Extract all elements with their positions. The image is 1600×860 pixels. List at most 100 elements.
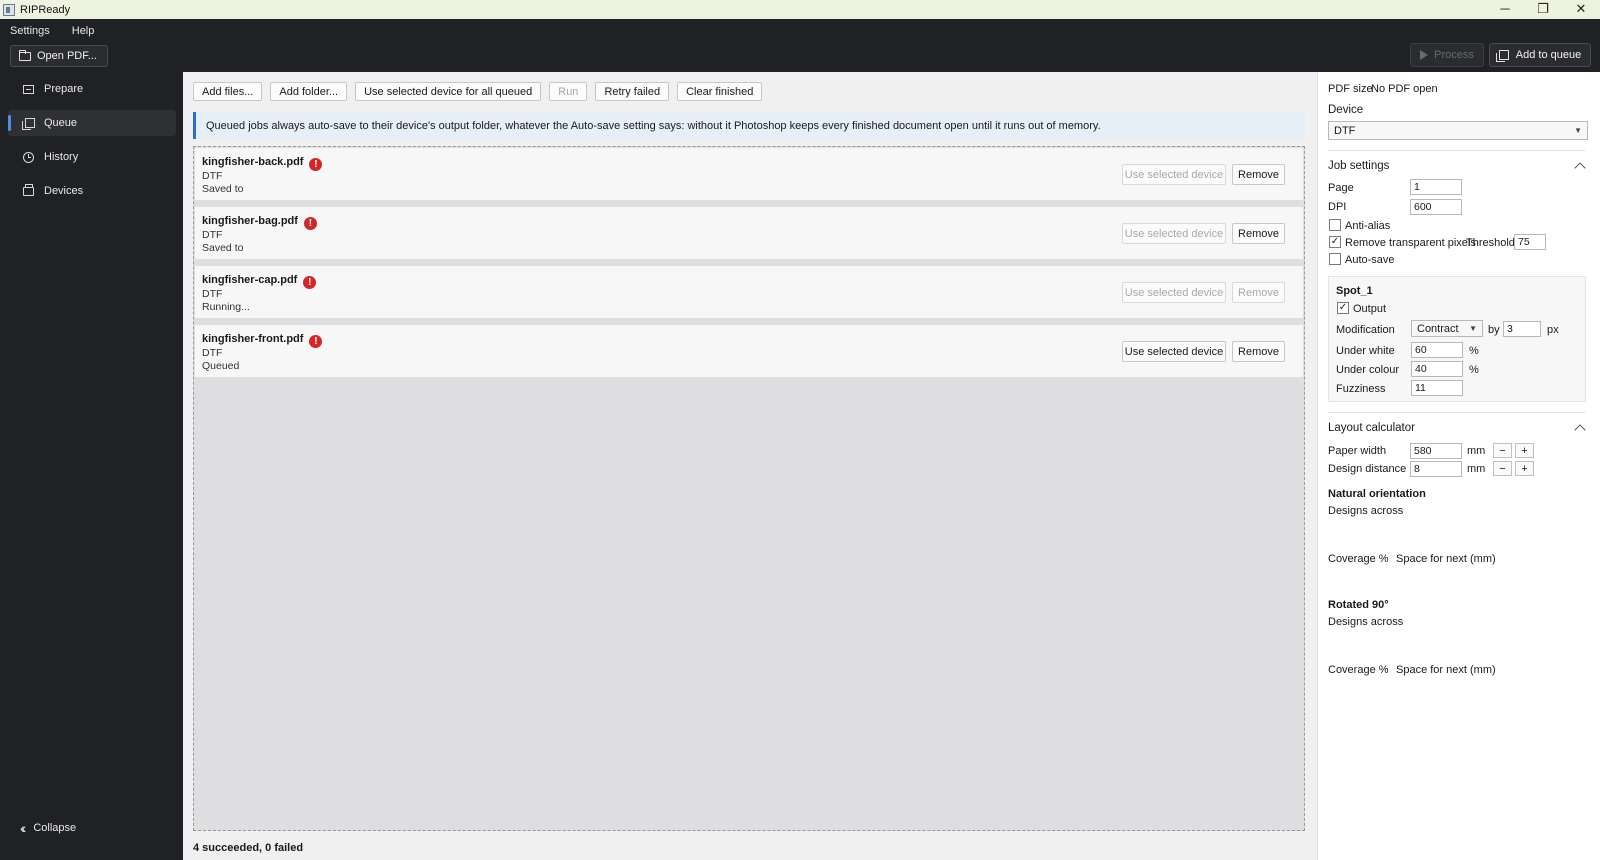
by-label: by: [1488, 324, 1500, 336]
modification-select[interactable]: Contract ▼: [1411, 320, 1483, 337]
natural-orientation-title: Natural orientation: [1328, 488, 1426, 500]
job-device: DTF: [202, 288, 223, 300]
job-name-line: kingfisher-back.pdf!: [202, 156, 323, 171]
under-white-label: Under white: [1336, 345, 1395, 357]
add-files-button[interactable]: Add files...: [193, 82, 263, 101]
job-name-line: kingfisher-front.pdf!: [202, 333, 323, 348]
sidebar-item-queue[interactable]: Queue: [8, 110, 176, 136]
run-button[interactable]: Run: [549, 82, 588, 101]
under-colour-input[interactable]: 40: [1411, 361, 1463, 377]
design-distance-unit: mm: [1467, 463, 1486, 475]
menu-settings[interactable]: Settings: [6, 23, 54, 39]
design-distance-decrement-button[interactable]: −: [1493, 461, 1512, 476]
app-header: Settings Help Open PDF...: [0, 19, 1600, 72]
folder-open-icon: [19, 49, 31, 61]
job-status: Queued: [202, 360, 240, 372]
job-status: Running...: [202, 301, 250, 313]
sidebar-item-prepare[interactable]: Prepare: [8, 76, 176, 102]
error-icon[interactable]: !: [303, 276, 317, 289]
use-selected-device-all-button[interactable]: Use selected device for all queued: [355, 82, 542, 101]
under-white-input[interactable]: 60: [1411, 342, 1463, 358]
list-item[interactable]: kingfisher-front.pdf! DTF Queued Use sel…: [195, 325, 1303, 377]
queue-list[interactable]: kingfisher-back.pdf! DTF Saved to Use se…: [193, 146, 1305, 831]
sidebar-item-label: Queue: [44, 117, 78, 129]
job-device: DTF: [202, 229, 223, 241]
by-input[interactable]: 3: [1503, 321, 1541, 337]
paper-width-input[interactable]: 580: [1410, 443, 1462, 459]
use-selected-device-button[interactable]: Use selected device: [1122, 223, 1226, 244]
clear-finished-button[interactable]: Clear finished: [677, 82, 763, 101]
modification-value: Contract: [1417, 322, 1459, 335]
queue-view: Add files... Add folder... Use selected …: [183, 72, 1317, 860]
collapse-job-settings-icon[interactable]: [1574, 162, 1586, 174]
pdf-size-value: No PDF open: [1371, 83, 1438, 95]
retry-failed-button[interactable]: Retry failed: [595, 82, 670, 101]
remove-button[interactable]: Remove: [1232, 164, 1285, 185]
sidebar-item-label: Devices: [44, 185, 84, 197]
error-icon[interactable]: !: [309, 158, 323, 171]
remove-button[interactable]: Remove: [1232, 341, 1285, 362]
spot-settings-card: Spot_1 ✓ Output Modification Contract ▼ …: [1328, 276, 1586, 402]
minimize-icon[interactable]: ─: [1486, 0, 1524, 17]
list-item[interactable]: kingfisher-back.pdf! DTF Saved to Use se…: [195, 148, 1303, 200]
open-pdf-button[interactable]: Open PDF...: [10, 45, 108, 67]
rotated-coverage: Coverage %: [1328, 664, 1389, 676]
queue-summary: 4 succeeded, 0 failed: [193, 842, 304, 854]
menu-help[interactable]: Help: [68, 23, 99, 39]
use-selected-device-button[interactable]: Use selected device: [1122, 164, 1226, 185]
dpi-input[interactable]: 600: [1410, 199, 1462, 215]
list-item[interactable]: kingfisher-bag.pdf! DTF Saved to Use sel…: [195, 207, 1303, 259]
use-selected-device-button[interactable]: Use selected device: [1122, 282, 1226, 303]
design-distance-input[interactable]: 8: [1410, 461, 1462, 477]
autosave-checkbox[interactable]: [1329, 253, 1341, 265]
page-label: Page: [1328, 182, 1354, 194]
fuzziness-input[interactable]: 11: [1411, 380, 1463, 396]
rotated-designs-across: Designs across: [1328, 616, 1404, 628]
prepare-icon: [22, 84, 34, 94]
sidebar-item-history[interactable]: History: [8, 144, 176, 170]
use-selected-device-button[interactable]: Use selected device: [1122, 341, 1226, 362]
process-label: Process: [1434, 49, 1474, 61]
error-icon[interactable]: !: [303, 217, 317, 230]
antialias-checkbox[interactable]: [1329, 219, 1341, 231]
sidebar-item-devices[interactable]: Devices: [8, 178, 176, 204]
page-input[interactable]: 1: [1410, 179, 1462, 195]
job-status: Saved to: [202, 242, 244, 254]
process-button[interactable]: Process: [1410, 43, 1484, 67]
remove-transparent-checkbox[interactable]: ✓: [1329, 236, 1341, 248]
restore-icon[interactable]: ❐: [1524, 0, 1562, 17]
play-icon: [1420, 50, 1429, 60]
paper-width-increment-button[interactable]: +: [1515, 443, 1534, 458]
error-icon[interactable]: !: [309, 335, 323, 348]
job-device: DTF: [202, 170, 223, 182]
history-icon: [22, 151, 34, 163]
threshold-input[interactable]: 75: [1514, 234, 1546, 250]
add-folder-button[interactable]: Add folder...: [270, 82, 348, 101]
info-banner: Queued jobs always auto-save to their de…: [193, 112, 1305, 139]
remove-button[interactable]: Remove: [1232, 282, 1285, 303]
sidebar: Prepare Queue History Devices ‹‹ Collaps…: [0, 72, 183, 860]
add-to-queue-label: Add to queue: [1515, 49, 1582, 61]
spot-title: Spot_1: [1336, 285, 1373, 297]
collapse-layout-icon[interactable]: [1574, 424, 1586, 436]
remove-button[interactable]: Remove: [1232, 223, 1285, 244]
close-icon[interactable]: ✕: [1562, 0, 1600, 17]
collapse-button[interactable]: ‹‹ Collapse: [20, 820, 76, 836]
design-distance-increment-button[interactable]: +: [1515, 461, 1534, 476]
device-label: Device: [1328, 104, 1364, 116]
fuzziness-label: Fuzziness: [1336, 383, 1386, 395]
list-item[interactable]: kingfisher-cap.pdf! DTF Running... Use s…: [195, 266, 1303, 318]
add-to-queue-button[interactable]: Add to queue: [1489, 43, 1591, 67]
device-select[interactable]: DTF ▼: [1328, 121, 1588, 140]
under-colour-label: Under colour: [1336, 364, 1399, 376]
modification-label: Modification: [1336, 324, 1395, 336]
paper-width-decrement-button[interactable]: −: [1493, 443, 1512, 458]
autosave-label: Auto-save: [1345, 254, 1395, 266]
under-white-unit: %: [1469, 345, 1479, 357]
job-name: kingfisher-bag.pdf: [202, 215, 298, 227]
design-distance-label: Design distance: [1328, 463, 1407, 475]
under-colour-unit: %: [1469, 364, 1479, 376]
natural-designs-across: Designs across: [1328, 505, 1404, 517]
job-name: kingfisher-back.pdf: [202, 156, 304, 168]
output-checkbox[interactable]: ✓: [1337, 302, 1349, 314]
